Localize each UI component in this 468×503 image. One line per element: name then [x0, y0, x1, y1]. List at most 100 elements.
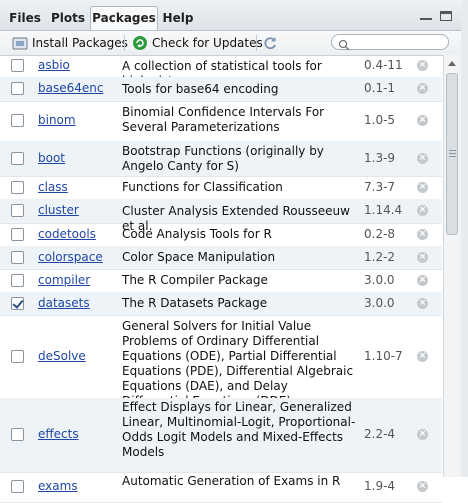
package-load-checkbox[interactable] [11, 228, 24, 241]
package-name-link[interactable]: compiler [38, 273, 90, 287]
package-description: Functions for Classification [122, 180, 283, 194]
remove-package-icon[interactable]: × [417, 229, 428, 240]
package-description: Code Analysis Tools for R [122, 227, 272, 241]
package-name-link[interactable]: deSolve [38, 349, 86, 363]
package-description: Color Space Manipulation [122, 250, 276, 264]
tab-files[interactable]: Files [6, 7, 44, 29]
remove-package-icon[interactable]: × [417, 252, 428, 263]
package-load-checkbox[interactable] [11, 152, 24, 165]
table-row: cluster Cluster Analysis Extended Roussee… [0, 199, 442, 233]
table-row: asbio A collection of statistical tools f… [0, 55, 442, 88]
table-row: boot Bootstrap Functions (originally by A… [0, 141, 442, 177]
grip-line [449, 153, 456, 154]
package-name-link[interactable]: binom [38, 113, 76, 127]
table-row: base64enc Tools for base64 encoding 0.1-1 × [0, 77, 442, 102]
table-row: codetools Code Analysis Tools for R 0.2-8 × [0, 223, 442, 247]
table-row: class Functions for Classification 7.3-7 × [0, 176, 442, 200]
package-load-checkbox[interactable] [11, 82, 24, 95]
package-load-checkbox[interactable] [11, 181, 24, 194]
remove-package-icon[interactable]: × [417, 481, 428, 492]
package-name-link[interactable]: codetools [38, 227, 96, 241]
package-name-link[interactable]: datasets [38, 296, 90, 310]
remove-package-icon[interactable]: × [417, 153, 428, 164]
package-load-checkbox[interactable] [11, 59, 24, 72]
search-icon [338, 36, 350, 55]
package-load-checkbox[interactable] [11, 204, 24, 217]
package-description: General Solvers for Initial Value Proble… [122, 319, 354, 408]
toolbar-separator [124, 35, 125, 51]
scrollbar-thumb[interactable] [446, 73, 458, 235]
scroll-up-arrow-icon[interactable] [448, 61, 456, 66]
package-load-checkbox[interactable] [11, 251, 24, 264]
package-name-link[interactable]: boot [38, 151, 65, 165]
package-name-link[interactable]: asbio [38, 58, 70, 72]
maximize-pane-icon[interactable] [440, 11, 452, 21]
vertical-scrollbar[interactable] [443, 55, 461, 477]
package-description: Automatic Generation of Exams in R [122, 474, 341, 488]
table-row: effects Effect Displays for Linear, Gener… [0, 398, 442, 473]
remove-package-icon[interactable]: × [417, 298, 428, 309]
remove-package-icon[interactable]: × [417, 60, 428, 71]
package-load-checkbox[interactable] [11, 428, 24, 441]
package-load-checkbox[interactable] [11, 350, 24, 363]
tab-help[interactable]: Help [160, 7, 196, 29]
table-row: binom Binomial Confidence Intervals For S… [0, 101, 442, 142]
package-name-link[interactable]: class [38, 180, 68, 194]
package-version: 0.1-1 [364, 81, 396, 95]
package-name-link[interactable]: base64enc [38, 81, 103, 95]
package-version: 1.3-9 [364, 151, 396, 165]
package-version: 0.2-8 [364, 227, 396, 241]
tab-packages[interactable]: Packages [90, 6, 158, 30]
package-load-checkbox[interactable] [11, 274, 24, 287]
window-edge [461, 0, 468, 477]
package-version: 7.3-7 [364, 180, 396, 194]
update-icon [132, 35, 148, 51]
package-version: 0.4-11 [364, 58, 403, 72]
table-row: colorspace Color Space Manipulation 1.2-2 × [0, 246, 442, 270]
remove-package-icon[interactable]: × [417, 83, 428, 94]
remove-package-icon[interactable]: × [417, 275, 428, 286]
package-description: Effect Displays for Linear, Generalized … [122, 400, 356, 459]
package-description: The R Compiler Package [122, 273, 268, 287]
package-version: 1.9-4 [364, 479, 396, 493]
table-row: compiler The R Compiler Package 3.0.0 × [0, 269, 442, 293]
remove-package-icon[interactable]: × [417, 182, 428, 193]
package-version: 1.2-2 [364, 250, 396, 264]
install-packages-label: Install Packages [32, 36, 128, 50]
package-description: Tools for base64 encoding [122, 82, 279, 96]
packages-toolbar: Install Packages Check for Updates [0, 31, 468, 56]
refresh-button[interactable] [262, 33, 282, 53]
package-load-checkbox[interactable] [11, 114, 24, 127]
install-packages-button[interactable]: Install Packages [12, 33, 128, 53]
remove-package-icon[interactable]: × [417, 351, 428, 362]
package-load-checkbox[interactable] [11, 480, 24, 493]
check-for-updates-button[interactable]: Check for Updates [132, 33, 263, 53]
package-version: 1.0-5 [364, 113, 396, 127]
package-name-link[interactable]: effects [38, 427, 79, 441]
table-row: datasets The R Datasets Package 3.0.0 × [0, 292, 442, 316]
package-version: 1.10-7 [364, 349, 403, 363]
search-input[interactable] [331, 34, 449, 51]
pane-tab-bar: Files Plots Packages Help [0, 0, 468, 31]
package-description: The R Datasets Package [122, 296, 268, 310]
grip-line [449, 156, 456, 157]
table-row: deSolve General Solvers for Initial Value… [0, 315, 442, 408]
package-version: 2.2-4 [364, 427, 396, 441]
package-version: 1.14.4 [364, 203, 403, 217]
package-description: Binomial Confidence Intervals For Severa… [122, 105, 325, 134]
remove-package-icon[interactable]: × [417, 429, 428, 440]
toolbar-separator [256, 35, 257, 51]
remove-package-icon[interactable]: × [417, 205, 428, 216]
install-package-icon [12, 35, 28, 51]
package-name-link[interactable]: colorspace [38, 250, 103, 264]
tab-plots[interactable]: Plots [48, 7, 88, 29]
remove-package-icon[interactable]: × [417, 115, 428, 126]
package-version: 3.0.0 [364, 296, 395, 310]
refresh-icon [262, 35, 278, 51]
minimize-pane-icon[interactable] [420, 16, 432, 20]
package-name-link[interactable]: cluster [38, 203, 79, 217]
package-description: Bootstrap Functions (originally by Angel… [122, 144, 324, 173]
package-name-link[interactable]: exams [38, 479, 78, 493]
check-for-updates-label: Check for Updates [152, 36, 263, 50]
package-load-checkbox[interactable] [11, 297, 24, 310]
